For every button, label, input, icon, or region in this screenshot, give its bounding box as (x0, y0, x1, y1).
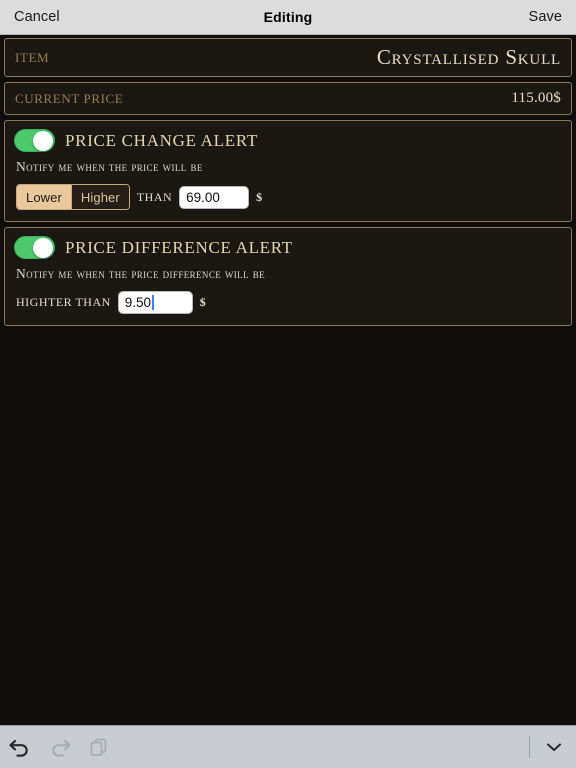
keyboard-accessory-toolbar (0, 725, 576, 768)
price-change-threshold-input[interactable]: 69.00 (179, 185, 250, 209)
price-difference-threshold-input[interactable]: 9.50 (117, 291, 193, 314)
undo-arrow-icon[interactable] (8, 736, 32, 758)
current-price-label: CURRENT PRICE (15, 90, 124, 106)
price-difference-alert-title: PRICE DIFFERENCE ALERT (65, 237, 293, 257)
price-difference-alert-subtitle: Notify me when the price difference will… (16, 266, 266, 281)
chevron-down-icon[interactable] (544, 740, 564, 754)
price-change-alert-subtitle: Notify me when the price will be (16, 159, 203, 174)
than-label: THAN (136, 189, 173, 204)
toolbar-divider (529, 736, 530, 758)
toggle-knob-icon (33, 130, 53, 151)
price-change-alert-controls: Lower Higher THAN 69.00 $ (16, 184, 562, 210)
item-name-value: Crystallised Skull (376, 45, 561, 69)
price-difference-alert-toggle[interactable] (14, 236, 55, 259)
price-change-alert-toggle[interactable] (14, 129, 55, 152)
page-title: Editing (263, 9, 313, 25)
segment-higher[interactable]: Higher (70, 185, 129, 209)
toggle-knob-icon (33, 237, 53, 258)
save-button[interactable]: Save (529, 9, 562, 25)
editing-form: ITEM Crystallised Skull CURRENT PRICE 11… (0, 35, 576, 725)
toolbar-right-group (529, 736, 564, 758)
toolbar-left-group (8, 736, 110, 758)
current-price-row: CURRENT PRICE 115.00$ (4, 82, 572, 115)
price-change-alert-header: PRICE CHANGE ALERT (14, 129, 562, 152)
item-label: ITEM (15, 49, 50, 65)
price-difference-currency-symbol: $ (199, 295, 206, 309)
price-difference-alert-controls: HIGHTER THAN 9.50 $ (16, 291, 562, 314)
price-change-alert-title: PRICE CHANGE ALERT (65, 130, 258, 150)
price-change-alert-panel: PRICE CHANGE ALERT Notify me when the pr… (4, 120, 572, 222)
price-change-currency-symbol: $ (256, 189, 263, 204)
price-difference-alert-panel: PRICE DIFFERENCE ALERT Notify me when th… (4, 227, 572, 326)
paste-icon[interactable] (88, 736, 110, 758)
redo-arrow-icon[interactable] (48, 736, 72, 758)
navigation-bar: Cancel Editing Save (0, 0, 576, 35)
highter-than-label: HIGHTER THAN (16, 295, 111, 309)
price-change-threshold-value: 69.00 (186, 189, 220, 205)
cancel-button[interactable]: Cancel (14, 9, 60, 25)
text-cursor (152, 295, 155, 310)
price-difference-threshold-value: 9.50 (124, 295, 152, 310)
price-direction-segmented-control[interactable]: Lower Higher (16, 184, 130, 210)
item-row: ITEM Crystallised Skull (4, 38, 572, 77)
segment-lower[interactable]: Lower (17, 185, 71, 209)
price-difference-alert-header: PRICE DIFFERENCE ALERT (14, 236, 562, 259)
current-price-value: 115.00$ (511, 90, 561, 106)
